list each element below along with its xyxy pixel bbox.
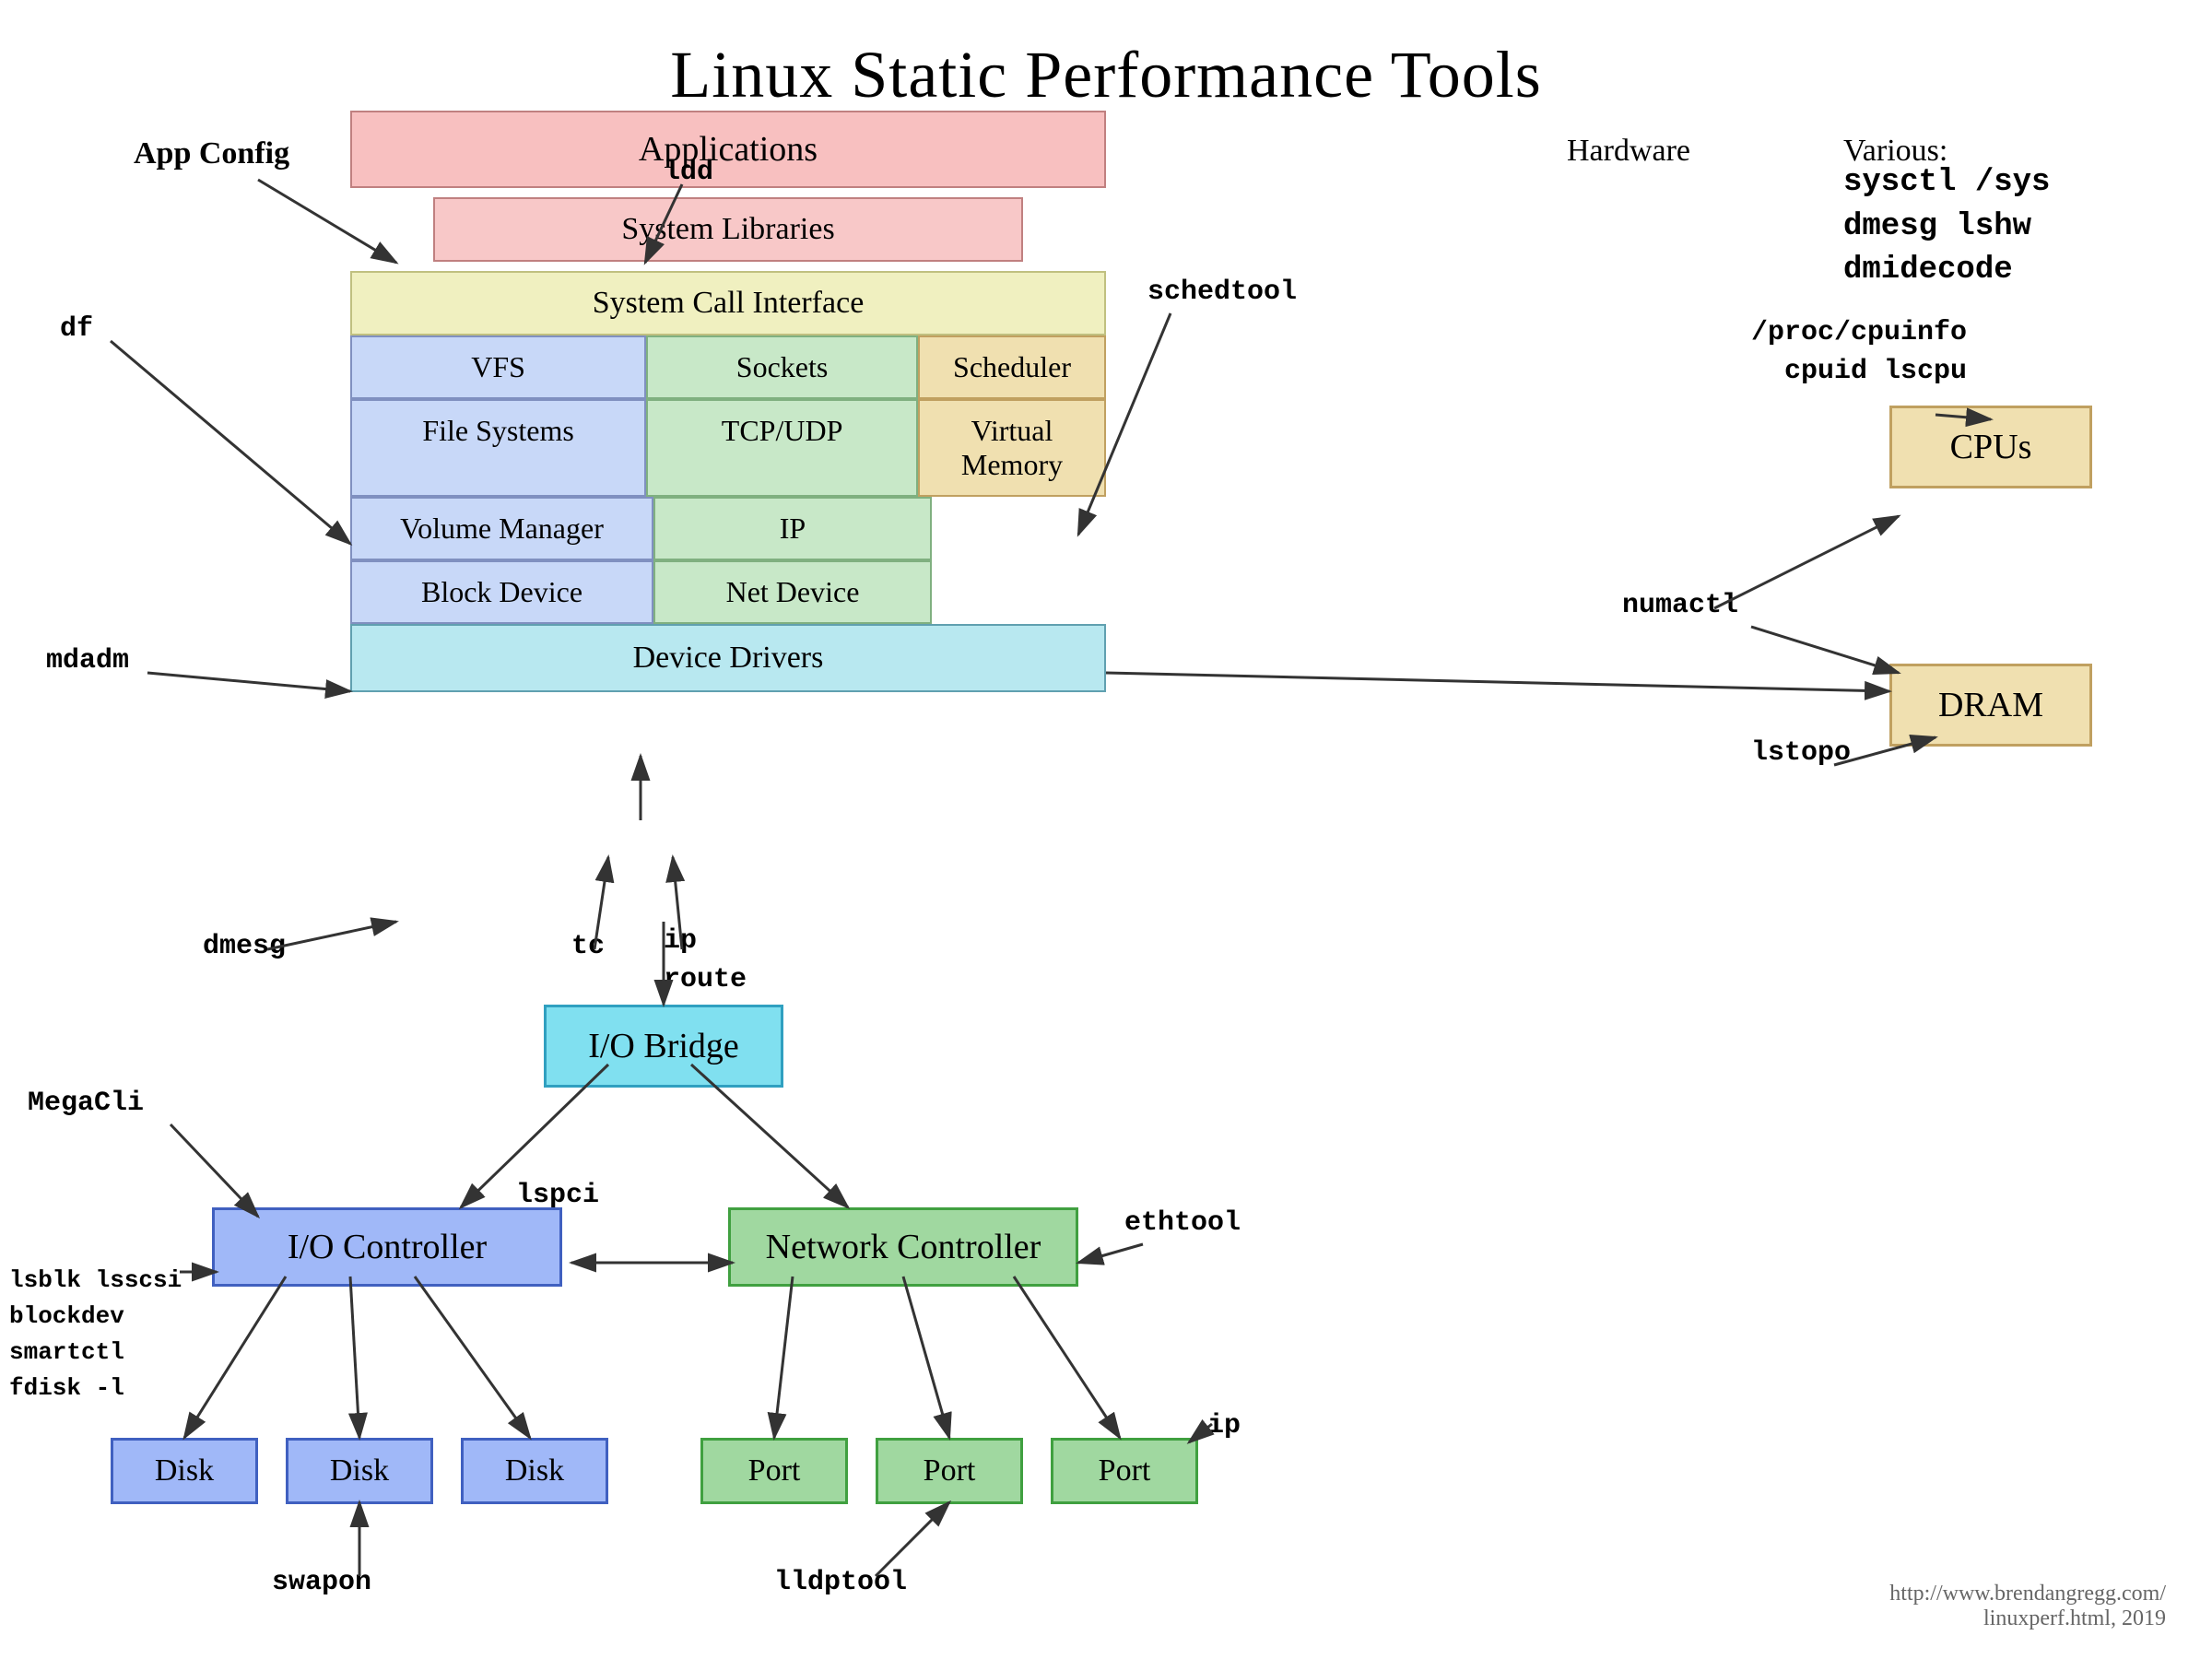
hw-label: Hardware (1567, 134, 1690, 169)
numactl-label: numactl (1622, 590, 1738, 621)
lsblk-lsscsi-label: lsblk lsscsiblockdevsmartctlfdisk -l (9, 1263, 182, 1406)
io-controller-box: I/O Controller (212, 1207, 562, 1287)
disk1-box: Disk (111, 1438, 258, 1504)
layer-virtual-memory: VirtualMemory (918, 399, 1106, 497)
proc-cpuinfo-label: /proc/cpuinfocpuid lscpu (1751, 313, 1967, 391)
ip-label: ip (1207, 1410, 1241, 1441)
swapon-label: swapon (272, 1567, 371, 1598)
network-controller-box: Network Controller (728, 1207, 1078, 1287)
disk3-box: Disk (461, 1438, 608, 1504)
os-layers: Applications System Libraries System Cal… (350, 111, 1106, 692)
copyright: http://www.brendangregg.com/linuxperf.ht… (1889, 1582, 2166, 1631)
layer-volume-manager: Volume Manager (350, 497, 653, 560)
ethtool-label: ethtool (1124, 1207, 1241, 1239)
port3-box: Port (1051, 1438, 1198, 1504)
app-config-label: App Config (134, 136, 289, 171)
layer-device-drivers: Device Drivers (350, 624, 1106, 692)
layer-file-systems: File Systems (350, 399, 646, 497)
ldd-label: ldd (664, 157, 713, 188)
layer-system-libraries: System Libraries (433, 197, 1023, 262)
layer-applications: Applications (350, 111, 1106, 188)
io-bridge-box: I/O Bridge (544, 1005, 783, 1088)
dram-box: DRAM (1889, 664, 2092, 747)
port1-box: Port (700, 1438, 848, 1504)
tc-label: tc (571, 931, 605, 962)
page-title: Linux Static Performance Tools (0, 0, 2212, 113)
lstopo-label: lstopo (1751, 737, 1851, 769)
layer-syscall-interface: System Call Interface (350, 271, 1106, 335)
lspci-label: lspci (516, 1180, 599, 1211)
layer-vfs: VFS (350, 335, 646, 399)
mdadm-label: mdadm (46, 645, 129, 677)
df-label: df (60, 313, 93, 345)
ip-route-label: iproute (664, 922, 747, 999)
lldptool-label: lldptool (774, 1567, 907, 1598)
megacli-label: MegaCli (28, 1088, 144, 1119)
layer-tcp-udp: TCP/UDP (646, 399, 918, 497)
cpus-box: CPUs (1889, 406, 2092, 488)
layer-sockets: Sockets (646, 335, 918, 399)
layer-block-device: Block Device (350, 560, 653, 624)
port2-box: Port (876, 1438, 1023, 1504)
various-tools-label: sysctl /sysdmesg lshwdmidecode (1843, 161, 2050, 293)
schedtool-label: schedtool (1147, 276, 1297, 308)
disk2-box: Disk (286, 1438, 433, 1504)
layer-net-device: Net Device (653, 560, 932, 624)
layer-ip: IP (653, 497, 932, 560)
dmesg-label: dmesg (203, 931, 286, 962)
layer-scheduler: Scheduler (918, 335, 1106, 399)
